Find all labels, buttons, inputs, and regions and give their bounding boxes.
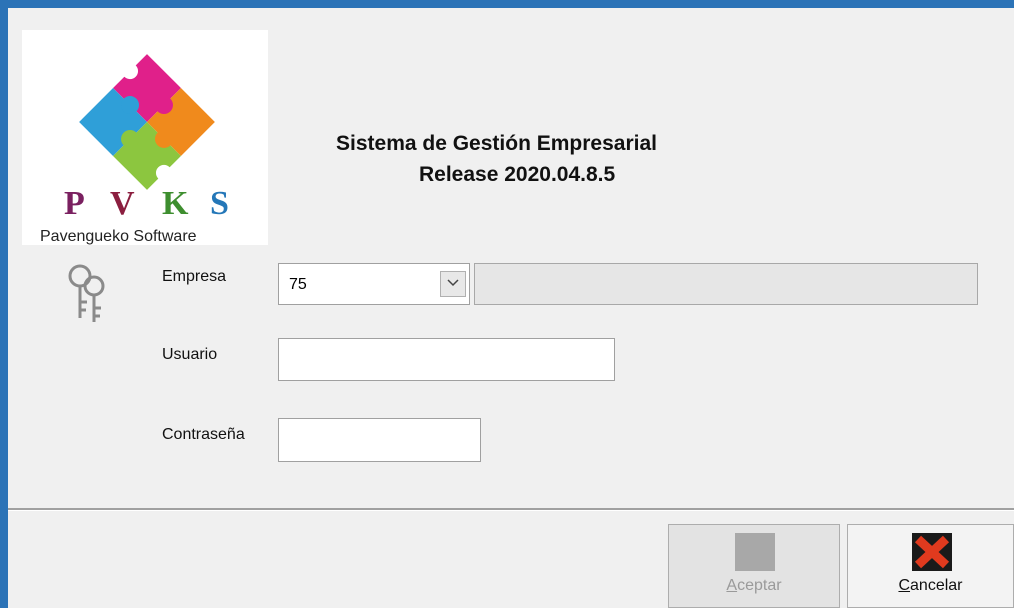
keys-icon: [68, 264, 105, 322]
logo-letter-p: P: [64, 185, 85, 222]
empresa-select[interactable]: 75: [278, 263, 470, 305]
red-x-icon: [912, 533, 952, 571]
cancelar-button[interactable]: Cancelar: [847, 524, 1014, 608]
footer-separator: [8, 508, 1014, 511]
password-label: Contraseña: [162, 426, 245, 443]
puzzle-logo-icon: [79, 54, 215, 190]
logo-letters: P V K S: [64, 185, 244, 222]
app-title: Sistema de Gestión Empresarial: [336, 132, 657, 155]
app-release: Release 2020.04.8.5: [419, 163, 616, 186]
window-left-border: [0, 8, 8, 608]
logo-subtitle: Pavengueko Software: [40, 228, 197, 245]
logo-letter-s: S: [210, 185, 229, 222]
empresa-dropdown-button[interactable]: [440, 271, 466, 297]
window-title-bar: [0, 0, 1014, 8]
aceptar-button[interactable]: Aceptar: [668, 524, 840, 608]
empresa-label: Empresa: [162, 268, 227, 285]
usuario-label: Usuario: [162, 346, 218, 363]
logo-letter-v: V: [110, 185, 135, 222]
usuario-input[interactable]: [278, 338, 615, 381]
logo-letter-k: K: [162, 185, 189, 222]
aceptar-label: Aceptar: [726, 577, 782, 594]
aceptar-icon: [735, 533, 775, 571]
password-input[interactable]: [278, 418, 481, 462]
chevron-down-icon: [447, 279, 459, 287]
empresa-value: 75: [289, 276, 307, 293]
empresa-name-field: [474, 263, 978, 305]
cancelar-label: Cancelar: [898, 577, 963, 594]
